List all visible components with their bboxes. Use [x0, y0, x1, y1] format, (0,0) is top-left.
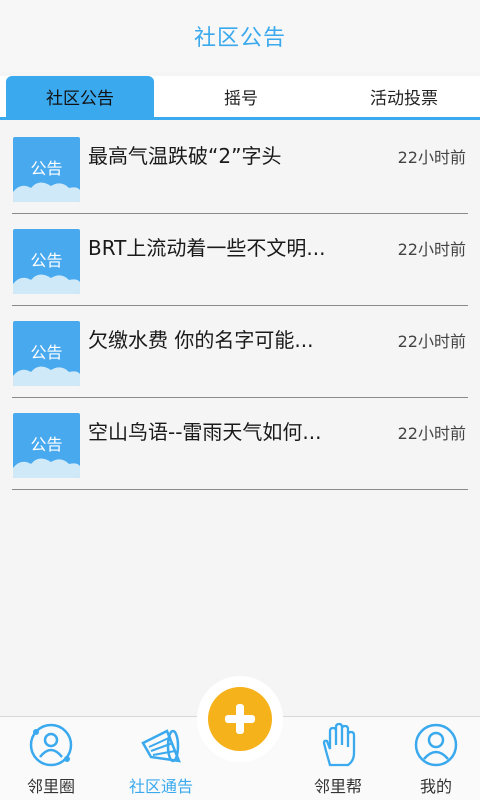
tab-label: 社区公告: [46, 89, 114, 109]
profile-icon: [414, 723, 458, 767]
cloud-icon: [13, 366, 80, 386]
tab-label: 活动投票: [370, 89, 438, 109]
cloud-icon: [13, 182, 80, 202]
people-circle-icon: [29, 723, 73, 767]
list-item[interactable]: 公告 最高气温跌破“2”字头 22小时前: [12, 122, 468, 214]
tab-bar: 社区公告 摇号 活动投票: [0, 76, 480, 120]
tab-label: 摇号: [224, 89, 258, 109]
announcement-time: 22小时前: [397, 332, 466, 351]
megaphone-icon: [141, 729, 181, 763]
nav-label: 社区通告: [128, 777, 193, 796]
announcement-title: 空山鸟语--雷雨天气如何...: [88, 420, 322, 444]
plus-icon: [225, 704, 255, 734]
list-item[interactable]: 公告 欠缴水费 你的名字可能... 22小时前: [12, 306, 468, 398]
nav-label: 邻里帮: [313, 777, 362, 796]
list-item[interactable]: 公告 BRT上流动着一些不文明... 22小时前: [12, 214, 468, 306]
announcement-time: 22小时前: [397, 148, 466, 167]
tab-lottery[interactable]: 摇号: [154, 76, 328, 117]
announcement-time: 22小时前: [397, 240, 466, 259]
app-header: 社区公告: [0, 0, 480, 72]
thumbnail-label: 公告: [30, 343, 63, 362]
nav-community-notice[interactable]: 社区通告: [113, 717, 209, 800]
cloud-icon: [13, 274, 80, 294]
cloud-icon: [13, 458, 80, 478]
add-post-button[interactable]: [208, 687, 272, 751]
nav-label: 邻里圈: [26, 777, 75, 796]
announcement-title: 欠缴水费 你的名字可能...: [88, 328, 314, 352]
announcement-title: 最高气温跌破“2”字头: [88, 144, 282, 168]
hand-icon: [322, 722, 356, 767]
announcement-thumbnail: 公告: [13, 229, 80, 294]
announcement-thumbnail: 公告: [13, 321, 80, 386]
nav-label: 我的: [419, 777, 452, 796]
tab-activity-vote[interactable]: 活动投票: [328, 76, 480, 117]
nav-neighborhood-circle[interactable]: 邻里圈: [3, 717, 99, 800]
thumbnail-label: 公告: [30, 159, 63, 178]
announcement-time: 22小时前: [397, 424, 466, 443]
thumbnail-label: 公告: [30, 435, 63, 454]
announcement-thumbnail: 公告: [13, 413, 80, 478]
announcement-list: 公告 最高气温跌破“2”字头 22小时前 公告 BRT上流动着一些不文明... …: [12, 122, 468, 490]
nav-mine[interactable]: 我的: [388, 717, 480, 800]
list-item[interactable]: 公告 空山鸟语--雷雨天气如何... 22小时前: [12, 398, 468, 490]
page-title: 社区公告: [193, 26, 286, 51]
announcement-title: BRT上流动着一些不文明...: [88, 236, 326, 260]
nav-neighborhood-help[interactable]: 邻里帮: [290, 717, 386, 800]
announcement-thumbnail: 公告: [13, 137, 80, 202]
fab-container: [197, 676, 283, 762]
thumbnail-label: 公告: [30, 251, 63, 270]
tab-community-notice[interactable]: 社区公告: [6, 76, 154, 117]
